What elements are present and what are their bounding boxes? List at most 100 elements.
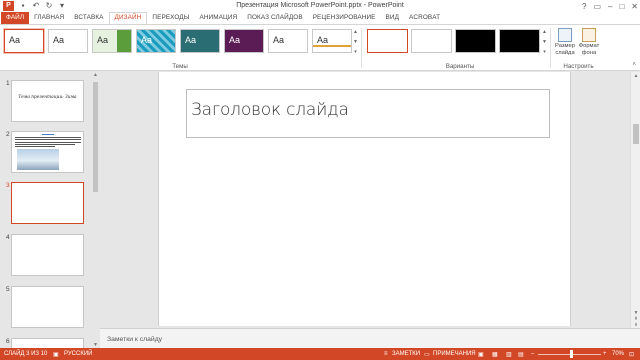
theme-integral[interactable]: Aa: [136, 29, 176, 53]
tab-insert[interactable]: ВСТАВКА: [69, 12, 108, 24]
variant-2[interactable]: [411, 29, 452, 53]
tab-transitions[interactable]: ПЕРЕХОДЫ: [147, 12, 194, 24]
themes-gallery-scroll[interactable]: ▲ ▼ ▾: [352, 29, 359, 55]
minimize-icon[interactable]: –: [608, 2, 612, 11]
scroll-up-icon[interactable]: ▲: [353, 29, 358, 35]
variant-3[interactable]: [455, 29, 496, 53]
tab-acrobat[interactable]: ACROBAT: [404, 12, 445, 24]
themes-group-label: Темы: [172, 63, 188, 70]
scroll-down-icon[interactable]: ▼: [542, 39, 547, 45]
scroll-down-icon[interactable]: ▼: [353, 39, 358, 45]
tab-animations[interactable]: АНИМАЦИЯ: [194, 12, 242, 24]
variants-group-label: Варианты: [445, 63, 475, 70]
zoom-out-button[interactable]: –: [531, 351, 534, 357]
slide-number: 6: [6, 338, 10, 345]
spell-check-icon[interactable]: ▣: [53, 351, 59, 358]
variant-1[interactable]: [367, 29, 408, 53]
slide-thumbnail-5[interactable]: [11, 286, 84, 328]
editor-scrollbar[interactable]: ▲ ▼ ⇞ ⇟: [630, 72, 640, 328]
window-title: Презентация Microsoft PowerPoint.pptx - …: [236, 2, 404, 9]
theme-sample-text: Aa: [185, 35, 197, 45]
title-bar: P ▪ ↶ ↻ ▾ Презентация Microsoft PowerPoi…: [0, 0, 640, 12]
thumbnail-title: Тема презентации: Зима: [18, 95, 77, 100]
variant-4[interactable]: [499, 29, 540, 53]
slide-editor: Заголовок слайда: [100, 72, 630, 328]
ribbon-divider: [361, 28, 362, 68]
ribbon: Aa Aa Aa Aa Aa Aa Aa Aa ▲ ▼ ▾ Темы ▲ ▼ ▾…: [0, 24, 640, 71]
slide-number: 2: [6, 131, 10, 138]
ribbon-display-icon[interactable]: ▭: [593, 2, 601, 11]
current-slide[interactable]: Заголовок слайда: [158, 72, 571, 326]
help-icon[interactable]: ?: [582, 2, 586, 11]
slide-thumbnail-1[interactable]: Тема презентации: Зима: [11, 80, 84, 122]
window-controls: ? ▭ – □ ✕: [582, 0, 638, 12]
theme-ion[interactable]: Aa: [180, 29, 220, 53]
comments-toggle-button[interactable]: ПРИМЕЧАНИЯ: [433, 351, 476, 357]
format-background-button[interactable]: Формат фона: [577, 28, 601, 57]
notes-icon: ≡: [384, 351, 388, 357]
theme-sample-text: Aa: [229, 35, 241, 45]
theme-retrospect[interactable]: Aa: [312, 29, 352, 53]
tab-view[interactable]: ВИД: [381, 12, 404, 24]
zoom-slider-handle[interactable]: [570, 350, 573, 358]
theme-office-2[interactable]: Aa: [48, 29, 88, 53]
variants-gallery-scroll[interactable]: ▲ ▼ ▾: [541, 29, 548, 55]
gallery-more-icon[interactable]: ▾: [543, 49, 546, 55]
theme-facet-accent: [117, 30, 131, 52]
slide-show-icon[interactable]: ▤: [518, 351, 524, 358]
customize-group-label: Настроить: [563, 63, 594, 70]
theme-facet[interactable]: Aa: [92, 29, 132, 53]
maximize-icon[interactable]: □: [619, 2, 624, 11]
title-placeholder-text: Заголовок слайда: [191, 100, 349, 120]
slide-number: 5: [6, 286, 10, 293]
scroll-up-icon[interactable]: ▲: [92, 72, 99, 78]
slide-thumbnail-2[interactable]: [11, 131, 84, 173]
tab-file[interactable]: ФАЙЛ: [1, 12, 30, 24]
scroll-up-icon[interactable]: ▲: [542, 29, 547, 35]
notes-toggle-button[interactable]: ЗАМЕТКИ: [392, 351, 420, 357]
zoom-level[interactable]: 70%: [612, 351, 624, 357]
tab-review[interactable]: РЕЦЕНЗИРОВАНИЕ: [308, 12, 381, 24]
zoom-in-button[interactable]: +: [603, 351, 607, 357]
scroll-up-icon[interactable]: ▲: [631, 73, 640, 79]
ribbon-divider: [550, 28, 551, 68]
scrollbar-thumb[interactable]: [93, 82, 98, 192]
language-indicator[interactable]: РУССКИЙ: [64, 351, 92, 357]
theme-retrospect-stripe: [313, 45, 351, 47]
scrollbar-thumb[interactable]: [633, 124, 639, 144]
notes-placeholder: Заметки к слайду: [107, 336, 163, 343]
normal-view-icon[interactable]: ▣: [478, 351, 484, 358]
slide-thumbnail-6[interactable]: [11, 338, 84, 348]
slide-thumbnail-4[interactable]: [11, 234, 84, 276]
slide-counter: СЛАЙД 3 ИЗ 10: [4, 351, 48, 357]
tab-slide-show[interactable]: ПОКАЗ СЛАЙДОВ: [242, 12, 307, 24]
theme-ion-boardroom[interactable]: Aa: [224, 29, 264, 53]
notes-pane[interactable]: Заметки к слайду: [100, 328, 640, 348]
format-background-icon: [582, 28, 596, 42]
close-icon[interactable]: ✕: [631, 2, 638, 11]
slide-size-icon: [558, 28, 572, 42]
theme-sample-text: Aa: [9, 35, 21, 45]
tab-design[interactable]: ДИЗАЙН: [108, 12, 148, 24]
collapse-ribbon-icon[interactable]: ˄: [632, 62, 636, 68]
slide-thumbnails-pane: 1 Тема презентации: Зима 2 3 4 5 6 ▲ ▼: [0, 72, 100, 348]
ribbon-tabs: ФАЙЛ ГЛАВНАЯ ВСТАВКА ДИЗАЙН ПЕРЕХОДЫ АНИ…: [0, 12, 640, 24]
thumbnail-heading-line: [42, 134, 54, 135]
slide-number: 3: [6, 182, 10, 189]
slide-thumbnail-3[interactable]: [11, 182, 84, 224]
thumbnail-text-line: [15, 137, 81, 138]
theme-office[interactable]: Aa: [4, 29, 44, 53]
comments-icon: ▭: [424, 352, 430, 358]
thumbnail-text-line: [15, 144, 75, 145]
gallery-more-icon[interactable]: ▾: [354, 49, 357, 55]
status-bar: СЛАЙД 3 ИЗ 10 ▣ РУССКИЙ ≡ ЗАМЕТКИ ▭ ПРИМ…: [0, 348, 640, 360]
tab-home[interactable]: ГЛАВНАЯ: [29, 12, 69, 24]
thumbnails-scrollbar[interactable]: ▲ ▼: [92, 72, 99, 348]
slide-size-button[interactable]: Размер слайда: [553, 28, 577, 57]
theme-organic[interactable]: Aa: [268, 29, 308, 53]
fit-to-window-icon[interactable]: ⊡: [629, 351, 634, 358]
title-placeholder[interactable]: Заголовок слайда: [186, 89, 550, 138]
thumbnail-text-line: [15, 142, 81, 143]
reading-view-icon[interactable]: ▥: [506, 351, 512, 358]
slide-sorter-icon[interactable]: ▦: [492, 351, 498, 358]
